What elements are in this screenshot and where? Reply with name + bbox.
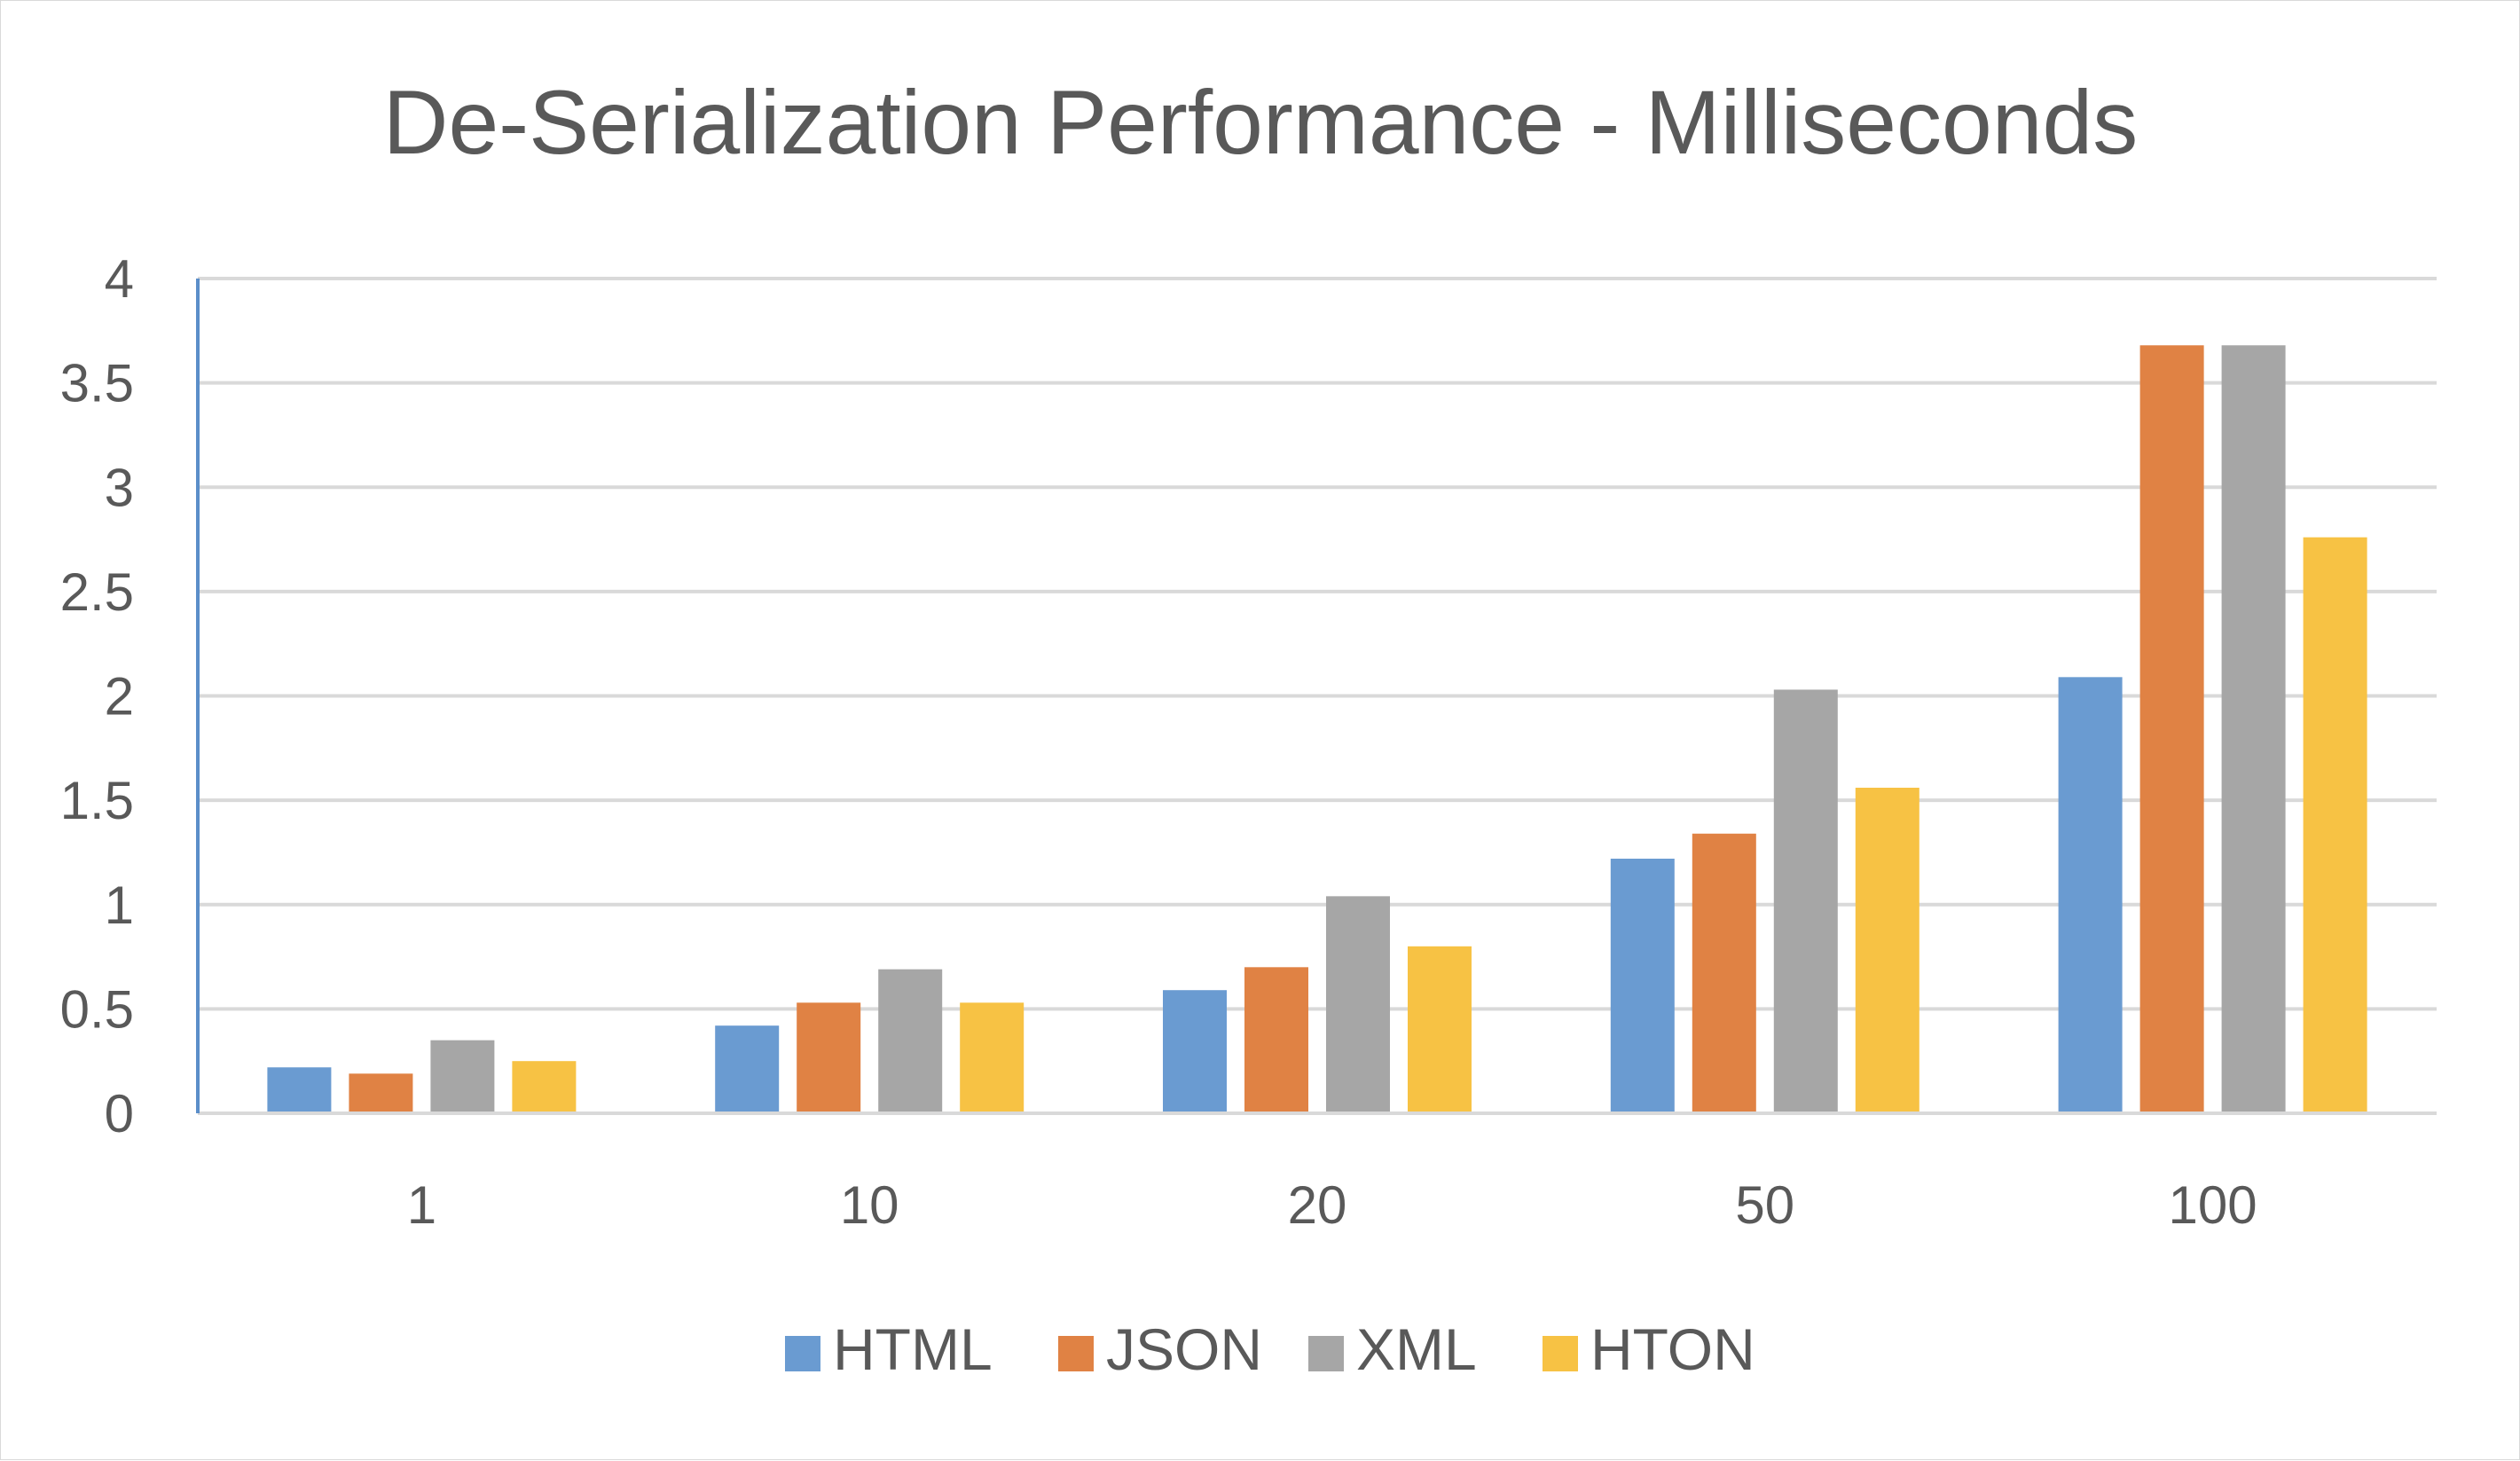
legend-swatch-xml xyxy=(1308,1336,1344,1371)
legend: HTML JSON XML HTON xyxy=(785,1316,1755,1382)
bar-json-20 xyxy=(1244,967,1308,1113)
y-axis-tick-labels: 0 0.5 1 1.5 2 2.5 3 3.5 4 xyxy=(60,249,134,1143)
bar-xml-50 xyxy=(1773,689,1838,1113)
bar-chart: De-Serialization Performance - Milliseco… xyxy=(60,72,2437,1382)
bar-html-1 xyxy=(267,1067,332,1113)
legend-swatch-html xyxy=(785,1336,820,1371)
x-tick-label: 1 xyxy=(407,1175,436,1235)
bar-json-50 xyxy=(1692,833,1756,1113)
y-tick-label: 3 xyxy=(105,458,134,517)
chart-frame: De-Serialization Performance - Milliseco… xyxy=(0,0,2520,1460)
bar-xml-10 xyxy=(878,969,943,1113)
legend-label-json: JSON xyxy=(1106,1316,1262,1382)
y-tick-label: 1 xyxy=(105,876,134,935)
y-tick-label: 0 xyxy=(105,1084,134,1143)
bar-hton-100 xyxy=(2303,537,2367,1113)
bar-html-10 xyxy=(715,1025,780,1113)
bar-xml-20 xyxy=(1326,896,1390,1113)
y-tick-label: 2.5 xyxy=(60,562,134,622)
bar-json-1 xyxy=(349,1073,413,1113)
x-tick-label: 100 xyxy=(2169,1175,2257,1235)
y-tick-label: 4 xyxy=(105,249,134,309)
chart-title: De-Serialization Performance - Milliseco… xyxy=(383,72,2138,173)
y-tick-label: 1.5 xyxy=(60,771,134,830)
bar-html-50 xyxy=(1610,858,1675,1113)
legend-swatch-hton xyxy=(1543,1336,1578,1371)
bar-hton-50 xyxy=(1855,788,1919,1113)
bar-hton-20 xyxy=(1408,946,1472,1113)
bar-json-100 xyxy=(2139,345,2204,1113)
bar-html-100 xyxy=(2058,677,2123,1113)
legend-swatch-json xyxy=(1058,1336,1094,1371)
bar-hton-1 xyxy=(512,1061,577,1113)
bar-xml-100 xyxy=(2221,345,2286,1113)
legend-label-xml: XML xyxy=(1356,1316,1477,1382)
y-tick-label: 0.5 xyxy=(60,979,134,1039)
y-tick-label: 2 xyxy=(105,667,134,727)
x-tick-label: 50 xyxy=(1735,1175,1794,1235)
bars xyxy=(267,345,2367,1113)
legend-label-hton: HTON xyxy=(1590,1316,1755,1382)
legend-label-html: HTML xyxy=(833,1316,993,1382)
bar-hton-10 xyxy=(960,1002,1024,1113)
bar-json-10 xyxy=(797,1002,861,1113)
bar-html-20 xyxy=(1163,990,1227,1113)
bar-xml-1 xyxy=(430,1040,495,1113)
x-tick-label: 20 xyxy=(1288,1175,1347,1235)
x-tick-label: 10 xyxy=(840,1175,899,1235)
y-tick-label: 3.5 xyxy=(60,354,134,413)
x-axis-tick-labels: 1 10 20 50 100 xyxy=(407,1175,2257,1235)
